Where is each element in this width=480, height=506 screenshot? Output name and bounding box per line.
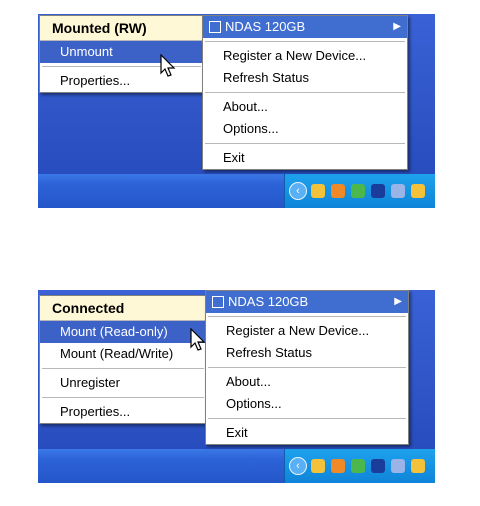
tray-expand-icon[interactable]: ‹ [289, 457, 307, 475]
ndas-device-menu-item[interactable]: NDAS 120GB ▶ [206, 291, 408, 313]
tray-icon-2[interactable] [331, 459, 345, 473]
system-tray: ‹ [284, 174, 435, 208]
menu-separator [208, 418, 406, 419]
options-menu-item[interactable]: Options... [203, 118, 407, 140]
about-menu-item[interactable]: About... [203, 96, 407, 118]
taskbar: ‹ [38, 449, 435, 483]
device-submenu: Mounted (RW) Unmount Properties... [39, 15, 204, 93]
screenshot-connected: ‹ Connected Mount (Read-only) Mount (Rea… [38, 290, 435, 483]
device-status-header: Connected [40, 296, 206, 321]
menu-separator [205, 92, 405, 93]
ndas-context-menu: NDAS 120GB ▶ Register a New Device... Re… [205, 290, 409, 445]
system-tray: ‹ [284, 449, 435, 483]
mouse-cursor-icon [160, 54, 176, 77]
ndas-tray-icon[interactable] [391, 459, 405, 473]
ndas-device-menu-item[interactable]: NDAS 120GB ▶ [203, 16, 407, 38]
refresh-status-menu-item[interactable]: Refresh Status [206, 342, 408, 364]
device-status-header: Mounted (RW) [40, 16, 203, 41]
tray-icon-1[interactable] [311, 184, 325, 198]
disk-icon [209, 21, 221, 33]
menu-separator [208, 367, 406, 368]
menu-separator [205, 41, 405, 42]
menu-separator [205, 143, 405, 144]
tray-icon-3[interactable] [351, 459, 365, 473]
exit-menu-item[interactable]: Exit [203, 147, 407, 169]
submenu-arrow-icon: ▶ [393, 21, 401, 32]
device-name: NDAS 120GB [225, 19, 306, 34]
exit-menu-item[interactable]: Exit [206, 422, 408, 444]
properties-menu-item[interactable]: Properties... [40, 70, 203, 92]
tray-icon-6[interactable] [411, 184, 425, 198]
tray-icon-6[interactable] [411, 459, 425, 473]
properties-menu-item[interactable]: Properties... [40, 401, 206, 423]
tray-icon-1[interactable] [311, 459, 325, 473]
about-menu-item[interactable]: About... [206, 371, 408, 393]
ndas-context-menu: NDAS 120GB ▶ Register a New Device... Re… [202, 15, 408, 170]
menu-separator [42, 368, 204, 369]
unmount-menu-item[interactable]: Unmount [40, 41, 203, 63]
mount-read-only-menu-item[interactable]: Mount (Read-only) [40, 321, 206, 343]
tray-expand-icon[interactable]: ‹ [289, 182, 307, 200]
disk-icon [212, 296, 224, 308]
refresh-status-menu-item[interactable]: Refresh Status [203, 67, 407, 89]
menu-separator [42, 397, 204, 398]
taskbar: ‹ [38, 174, 435, 208]
menu-separator [208, 316, 406, 317]
tray-icon-2[interactable] [331, 184, 345, 198]
submenu-arrow-icon: ▶ [394, 296, 402, 307]
options-menu-item[interactable]: Options... [206, 393, 408, 415]
device-submenu: Connected Mount (Read-only) Mount (Read/… [39, 295, 207, 424]
mount-read-write-menu-item[interactable]: Mount (Read/Write) [40, 343, 206, 365]
device-name: NDAS 120GB [228, 294, 309, 309]
screenshot-mounted: ‹ Mounted (RW) Unmount Properties... NDA… [38, 14, 435, 208]
tray-icon-4[interactable] [371, 459, 385, 473]
ndas-tray-icon[interactable] [391, 184, 405, 198]
register-device-menu-item[interactable]: Register a New Device... [203, 45, 407, 67]
tray-icon-4[interactable] [371, 184, 385, 198]
register-device-menu-item[interactable]: Register a New Device... [206, 320, 408, 342]
tray-icon-3[interactable] [351, 184, 365, 198]
mouse-cursor-icon [190, 328, 206, 351]
unregister-menu-item[interactable]: Unregister [40, 372, 206, 394]
